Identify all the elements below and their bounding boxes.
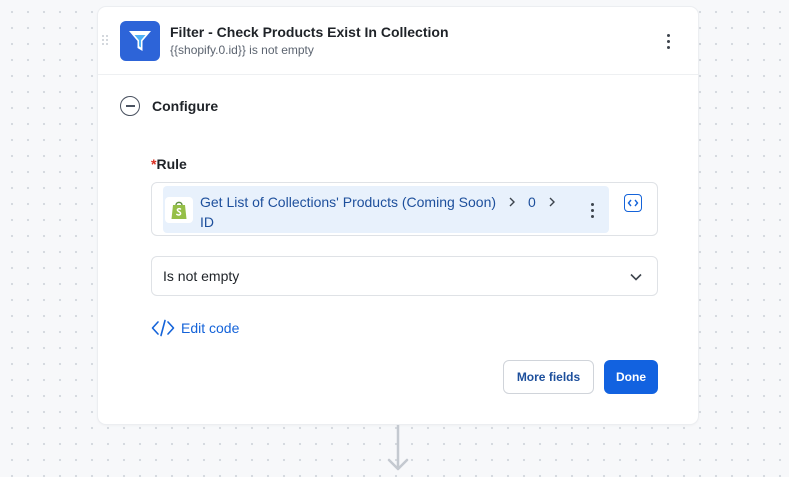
configure-section-title[interactable]: Configure [152, 98, 218, 114]
shopify-bag-icon [165, 197, 193, 223]
operator-select-value: Is not empty [163, 268, 240, 284]
done-button[interactable]: Done [604, 360, 658, 394]
arrow-down-icon [387, 425, 409, 471]
edit-code-link[interactable]: Edit code [151, 318, 239, 338]
operator-select[interactable]: Is not empty [151, 256, 658, 296]
chip-segment: Get List of Collections' Products (Comin… [200, 194, 497, 210]
rule-input[interactable]: Get List of Collections' Products (Comin… [151, 182, 658, 236]
chevron-right-icon [549, 197, 555, 207]
chip-path: Get List of Collections' Products (Comin… [200, 194, 557, 210]
code-icon [151, 319, 175, 337]
edit-code-label[interactable]: Edit code [181, 320, 239, 336]
more-fields-button[interactable]: More fields [503, 360, 594, 394]
step-title: Filter - Check Products Exist In Collect… [170, 24, 449, 40]
chevron-down-icon [630, 273, 642, 281]
filter-step-card: Filter - Check Products Exist In Collect… [98, 7, 698, 424]
rule-label-text: Rule [156, 156, 187, 172]
rule-label: *Rule [151, 156, 187, 172]
chevron-right-icon [509, 197, 516, 207]
chip-segment: 0 [528, 194, 536, 210]
more-vertical-icon[interactable] [587, 202, 597, 218]
step-header[interactable]: Filter - Check Products Exist In Collect… [98, 7, 698, 75]
step-subtitle: {{shopify.0.id}} is not empty [170, 43, 314, 57]
chip-segment: ID [200, 214, 214, 230]
filter-funnel-icon [120, 21, 160, 61]
code-brackets-icon[interactable] [624, 194, 642, 212]
more-vertical-icon[interactable] [660, 31, 676, 51]
minus-circle-icon[interactable] [120, 96, 140, 116]
rule-variable-chip[interactable]: Get List of Collections' Products (Comin… [163, 186, 609, 233]
